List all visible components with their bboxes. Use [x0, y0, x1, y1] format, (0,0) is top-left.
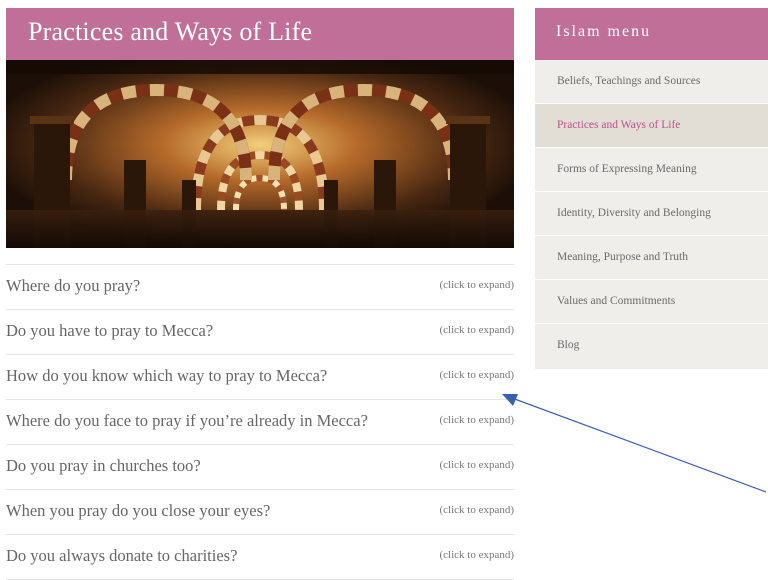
expand-hint[interactable]: (click to expand) — [439, 279, 514, 291]
faq-item-which-way[interactable]: How do you know which way to pray to Mec… — [6, 354, 514, 399]
expand-hint[interactable]: (click to expand) — [439, 369, 514, 381]
expand-hint[interactable]: (click to expand) — [439, 504, 514, 516]
expand-hint[interactable]: (click to expand) — [439, 324, 514, 336]
faq-question: Do you have to pray to Mecca? — [6, 321, 214, 340]
faq-question: Where do you pray? — [6, 276, 141, 295]
expand-hint[interactable]: (click to expand) — [439, 459, 514, 471]
expand-hint[interactable]: (click to expand) — [439, 549, 514, 561]
menu-item-forms[interactable]: Forms of Expressing Meaning — [535, 148, 768, 192]
hero-image — [6, 60, 514, 248]
mosque-arches-image — [6, 60, 514, 248]
menu-item-values[interactable]: Values and Commitments — [535, 280, 768, 324]
faq-question: Do you always donate to charities? — [6, 546, 238, 565]
faq-item-churches[interactable]: Do you pray in churches too? (click to e… — [6, 444, 514, 489]
faq-question: Where do you face to pray if you’re alre… — [6, 411, 368, 430]
faq-item-charities[interactable]: Do you always donate to charities? (clic… — [6, 534, 514, 580]
menu-item-practices[interactable]: Practices and Ways of Life — [535, 104, 768, 148]
menu-item-beliefs[interactable]: Beliefs, Teachings and Sources — [535, 60, 768, 104]
page-title: Practices and Ways of Life — [28, 17, 313, 46]
faq-item-close-eyes[interactable]: When you pray do you close your eyes? (c… — [6, 489, 514, 534]
menu-item-blog[interactable]: Blog — [535, 324, 768, 369]
faq-list: Where do you pray? (click to expand) Do … — [6, 264, 514, 580]
faq-item-pray-to-mecca[interactable]: Do you have to pray to Mecca? (click to … — [6, 309, 514, 354]
faq-item-in-mecca[interactable]: Where do you face to pray if you’re alre… — [6, 399, 514, 444]
faq-question: When you pray do you close your eyes? — [6, 501, 271, 520]
menu-item-meaning[interactable]: Meaning, Purpose and Truth — [535, 236, 768, 280]
expand-hint[interactable]: (click to expand) — [439, 414, 514, 426]
faq-question: Do you pray in churches too? — [6, 456, 201, 475]
sidebar-title: Islam menu — [535, 8, 768, 60]
menu-item-identity[interactable]: Identity, Diversity and Belonging — [535, 192, 768, 236]
page-header: Practices and Ways of Life — [6, 8, 514, 60]
sidebar-menu: Islam menu Beliefs, Teachings and Source… — [535, 8, 768, 377]
faq-question: How do you know which way to pray to Mec… — [6, 366, 328, 385]
faq-item-where-pray[interactable]: Where do you pray? (click to expand) — [6, 264, 514, 309]
